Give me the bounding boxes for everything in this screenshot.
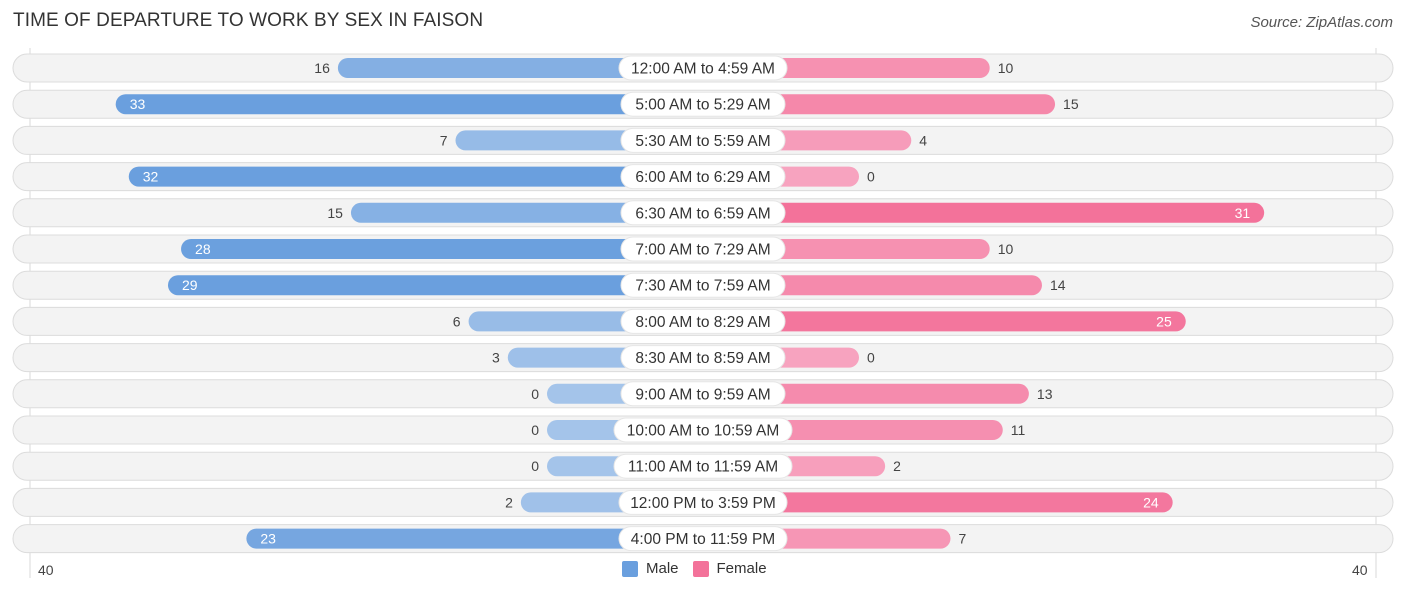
value-label-male: 6	[453, 313, 461, 329]
value-label-male: 7	[440, 132, 448, 148]
value-label-female: 0	[867, 350, 875, 366]
value-label-female: 15	[1063, 96, 1079, 112]
value-label-male: 3	[492, 350, 500, 366]
chart-row: 10:00 AM to 10:59 AM 0 11	[12, 415, 1394, 445]
category-label: 12:00 PM to 3:59 PM	[630, 495, 776, 512]
value-label-female: 31	[1235, 205, 1251, 221]
category-label: 8:30 AM to 8:59 AM	[635, 350, 770, 367]
category-label: 6:30 AM to 6:59 AM	[635, 205, 770, 222]
value-label-female: 4	[919, 132, 927, 148]
chart-row: 11:00 AM to 11:59 AM 0 2	[12, 451, 1394, 481]
category-label: 8:00 AM to 8:29 AM	[635, 314, 770, 331]
category-label: 6:00 AM to 6:29 AM	[635, 169, 770, 186]
value-label-female: 25	[1156, 313, 1172, 329]
category-label: 5:30 AM to 5:59 AM	[635, 133, 770, 150]
value-label-female: 7	[958, 531, 966, 547]
chart-row: 9:00 AM to 9:59 AM 0 13	[12, 379, 1394, 409]
category-label: 9:00 AM to 9:59 AM	[635, 386, 770, 403]
legend-label-female: Female	[716, 560, 767, 577]
value-label-female: 10	[998, 241, 1014, 257]
value-label-male: 29	[182, 277, 198, 293]
value-label-female: 24	[1143, 494, 1159, 510]
chart-rows: 12:00 AM to 4:59 AM 16 10 5:00 AM to 5:29 A…	[12, 48, 1394, 578]
value-label-female: 14	[1050, 277, 1066, 293]
category-label: 10:00 AM to 10:59 AM	[627, 423, 780, 440]
value-label-male: 33	[130, 96, 146, 112]
bar-female[interactable]	[703, 202, 1265, 223]
chart-row: 8:30 AM to 8:59 AM 3 0	[12, 343, 1394, 373]
chart-row: 6:00 AM to 6:29 AM 32 0	[12, 162, 1394, 192]
category-label: 4:00 PM to 11:59 PM	[631, 531, 775, 548]
value-label-male: 28	[195, 241, 211, 257]
chart-row: 8:00 AM to 8:29 AM 6 25	[12, 306, 1394, 336]
value-label-male: 32	[143, 169, 159, 185]
value-label-female: 10	[998, 60, 1014, 76]
category-label: 7:00 AM to 7:29 AM	[635, 242, 770, 259]
value-label-male: 2	[505, 494, 513, 510]
chart-canvas: 12:00 AM to 4:59 AM 16 10 5:00 AM to 5:29 A…	[12, 48, 1394, 578]
value-label-male: 0	[531, 458, 539, 474]
value-label-female: 2	[893, 458, 901, 474]
bar-male[interactable]	[128, 166, 703, 187]
category-label: 11:00 AM to 11:59 AM	[628, 459, 778, 476]
value-label-male: 15	[327, 205, 343, 221]
chart-row: 6:30 AM to 6:59 AM 15 31	[12, 198, 1394, 228]
legend-item-female[interactable]: Female	[692, 560, 767, 577]
value-label-female: 13	[1037, 386, 1053, 402]
chart-row: 12:00 AM to 4:59 AM 16 10	[12, 53, 1394, 83]
chart-row: 5:00 AM to 5:29 AM 33 15	[12, 89, 1394, 119]
legend-item-male[interactable]: Male	[622, 560, 679, 577]
value-label-male: 0	[531, 386, 539, 402]
chart-row: 7:00 AM to 7:29 AM 28 10	[12, 234, 1394, 264]
chart-row: 5:30 AM to 5:59 AM 7 4	[12, 125, 1394, 155]
value-label-female: 0	[867, 169, 875, 185]
axis-right-max: 40	[1352, 562, 1368, 578]
value-label-male: 23	[260, 531, 276, 547]
value-label-female: 11	[1011, 422, 1026, 438]
value-label-male: 0	[531, 422, 539, 438]
bar-male[interactable]	[115, 94, 703, 115]
legend-label-male: Male	[646, 560, 679, 577]
value-label-male: 16	[314, 60, 330, 76]
chart-row: 7:30 AM to 7:59 AM 29 14	[12, 270, 1394, 300]
legend-swatch-female	[692, 560, 709, 577]
legend-swatch-male	[622, 560, 638, 577]
category-label: 5:00 AM to 5:29 AM	[635, 97, 770, 114]
category-label: 7:30 AM to 7:59 AM	[635, 278, 770, 295]
chart-row: 4:00 PM to 11:59 PM 23 7	[12, 524, 1394, 554]
category-label: 12:00 AM to 4:59 AM	[631, 61, 775, 78]
axis-left-max: 40	[38, 562, 54, 578]
chart-row: 12:00 PM to 3:59 PM 2 24	[12, 487, 1394, 517]
legend: Male Female	[622, 560, 781, 577]
